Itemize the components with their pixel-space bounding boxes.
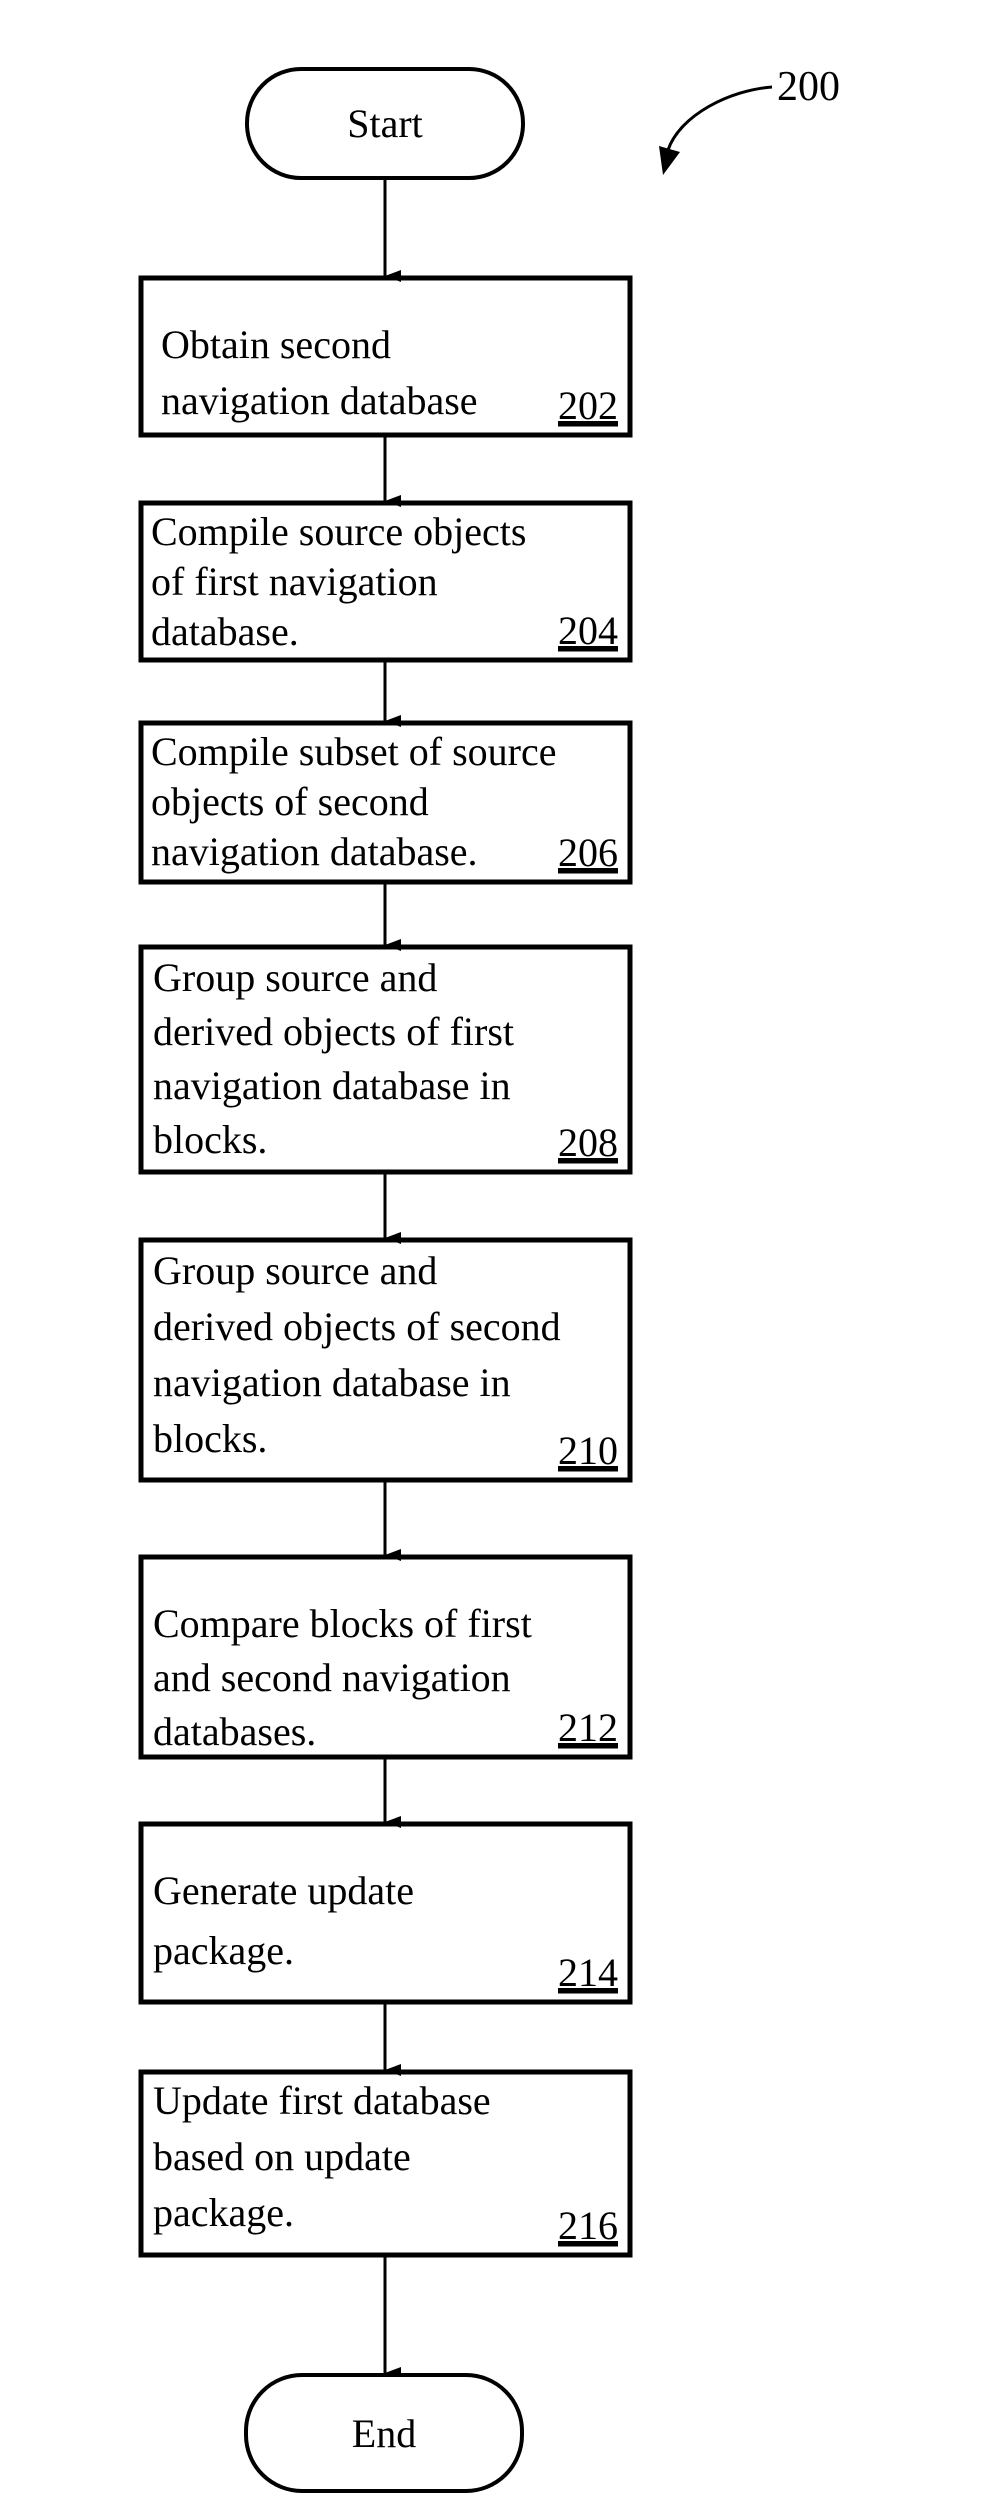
step-text-line: package. [153,1928,294,1973]
step-text-line: package. [153,2190,294,2235]
step-text-line: database. [151,609,299,654]
step-text-line: derived objects of second [153,1304,561,1349]
reference-curved-arrow [666,85,773,151]
step-text-line: Compile subset of source [151,729,557,774]
step-text-line: blocks. [153,1117,267,1162]
process-step-208: Group source and derived objects of first… [138,944,633,1175]
step-text-line: databases. [153,1709,316,1754]
process-step-210: Group source and derived objects of secon… [138,1237,633,1483]
figure-reference: 200 [659,64,840,175]
step-text-line: Group source and [153,955,437,1000]
flowchart: 200 Start Obtain second navigation databa… [138,64,840,2493]
step-text-line: Update first database [153,2078,491,2123]
step-text-line: navigation database in [153,1063,511,1108]
process-step-202: Obtain second navigation database 202 [138,275,633,438]
step-text-line: of first navigation [151,559,438,604]
step-reference-number: 206 [558,830,618,875]
step-reference-number: 204 [558,608,618,653]
process-step-206: Compile subset of source objects of secon… [138,720,633,885]
start-label: Start [347,101,423,146]
step-text-line: navigation database in [153,1360,511,1405]
step-text-line: navigation database. [151,829,478,874]
reference-arrowhead-icon [659,146,680,175]
process-step-214: Generate update package. 214 [138,1821,633,2005]
process-step-212: Compare blocks of first and second naviga… [138,1554,633,1760]
process-steps: Obtain second navigation database 202 Compi… [138,275,633,2258]
step-text-line: Compile source objects [151,509,526,554]
step-reference-number: 216 [558,2203,618,2248]
step-text-line: blocks. [153,1416,267,1461]
step-text-line: Group source and [153,1248,437,1293]
step-reference-number: 212 [558,1705,618,1750]
step-text-line: and second navigation [153,1655,511,1700]
step-reference-number: 214 [558,1950,618,1995]
figure-number: 200 [777,64,840,110]
step-text-line: based on update [153,2134,411,2179]
step-text-line: Obtain second [161,322,391,367]
step-reference-number: 210 [558,1428,618,1473]
step-reference-number: 208 [558,1120,618,1165]
end-label: End [352,2411,416,2456]
process-step-216: Update first database based on update pack… [138,2069,633,2258]
step-text-line: Generate update [153,1868,414,1913]
step-text-line: navigation database [161,378,478,423]
step-text-line: derived objects of first [153,1009,514,1054]
step-text-line: objects of second [151,779,429,824]
start-terminal: Start [245,67,525,180]
step-text-line: Compare blocks of first [153,1601,532,1646]
step-reference-number: 202 [558,383,618,428]
end-terminal: End [244,2373,524,2493]
process-step-204: Compile source objects of first navigatio… [138,500,633,663]
step-box [138,1821,633,2005]
